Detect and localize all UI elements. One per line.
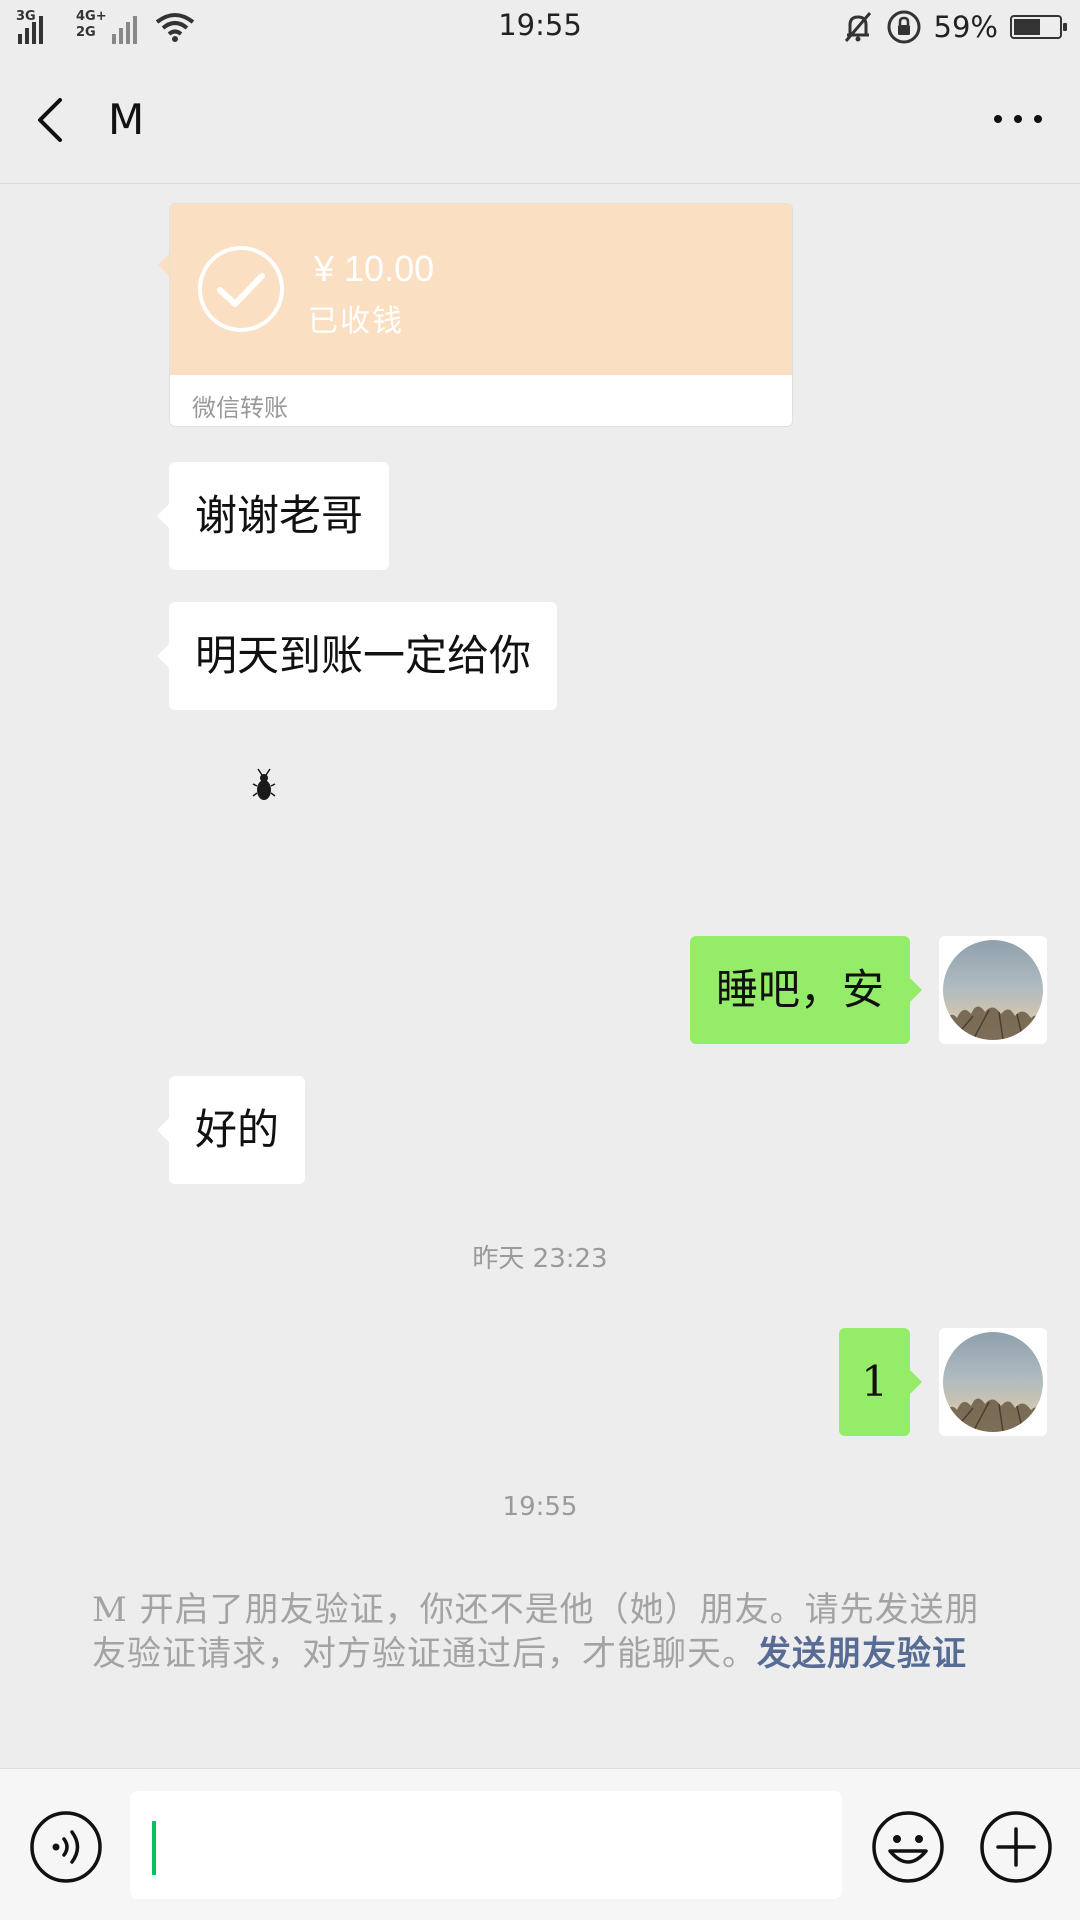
- emoji-icon[interactable]: [870, 1809, 946, 1885]
- avatar-image: [943, 1332, 1043, 1432]
- avatar-image: [943, 940, 1043, 1040]
- avatar[interactable]: [939, 1328, 1047, 1436]
- status-bar: 3G 4G+ 2G 19:55 59%: [0, 0, 1080, 56]
- bug-sticker-icon[interactable]: [252, 768, 276, 804]
- check-circle-icon: [198, 246, 284, 332]
- outgoing-message[interactable]: 1: [839, 1328, 922, 1436]
- timestamp: 昨天 23:23: [472, 1244, 608, 1274]
- friend-verification-notice: M 开启了朋友验证，你还不是他（她）朋友。请先发送朋友验证请求，对方验证通过后，…: [92, 1588, 998, 1676]
- message-input[interactable]: [130, 1791, 842, 1899]
- plus-icon[interactable]: [978, 1809, 1054, 1885]
- voice-icon[interactable]: [28, 1809, 104, 1885]
- chevron-left-icon[interactable]: [30, 92, 80, 148]
- input-bar: [0, 1768, 1080, 1920]
- transfer-amount: ¥ 10.00: [314, 248, 435, 289]
- more-icon[interactable]: [988, 104, 1048, 134]
- incoming-message[interactable]: 谢谢老哥: [156, 462, 390, 570]
- chat-title: M: [108, 95, 145, 144]
- battery-icon: [1010, 15, 1067, 39]
- status-indicators: 59%: [842, 8, 1067, 46]
- bubble-tail: [158, 254, 169, 276]
- transfer-card-header: ¥ 10.00 已收钱: [170, 204, 792, 375]
- outgoing-message[interactable]: 睡吧，安: [689, 936, 923, 1044]
- battery-level: [1014, 19, 1040, 35]
- battery-percent: 59%: [933, 10, 998, 44]
- avatar[interactable]: [939, 936, 1047, 1044]
- transfer-footer-label: 微信转账: [192, 394, 288, 422]
- send-verification-link[interactable]: 发送朋友验证: [757, 1634, 967, 1674]
- transfer-card[interactable]: ¥ 10.00 已收钱 微信转账: [169, 203, 793, 427]
- text-cursor: [152, 1821, 156, 1875]
- timestamp: 19:55: [502, 1492, 578, 1522]
- chat-header: M: [0, 56, 1080, 184]
- incoming-message[interactable]: 明天到账一定给你: [156, 602, 558, 710]
- rotation-lock-icon: [887, 10, 921, 44]
- mute-icon: [844, 12, 871, 42]
- incoming-message[interactable]: 好的: [156, 1076, 306, 1184]
- message-list: ¥ 10.00 已收钱 微信转账 谢谢老哥 明天到账一定给你 睡吧，安 好的 昨…: [0, 184, 1080, 1768]
- transfer-status: 已收钱: [308, 304, 404, 339]
